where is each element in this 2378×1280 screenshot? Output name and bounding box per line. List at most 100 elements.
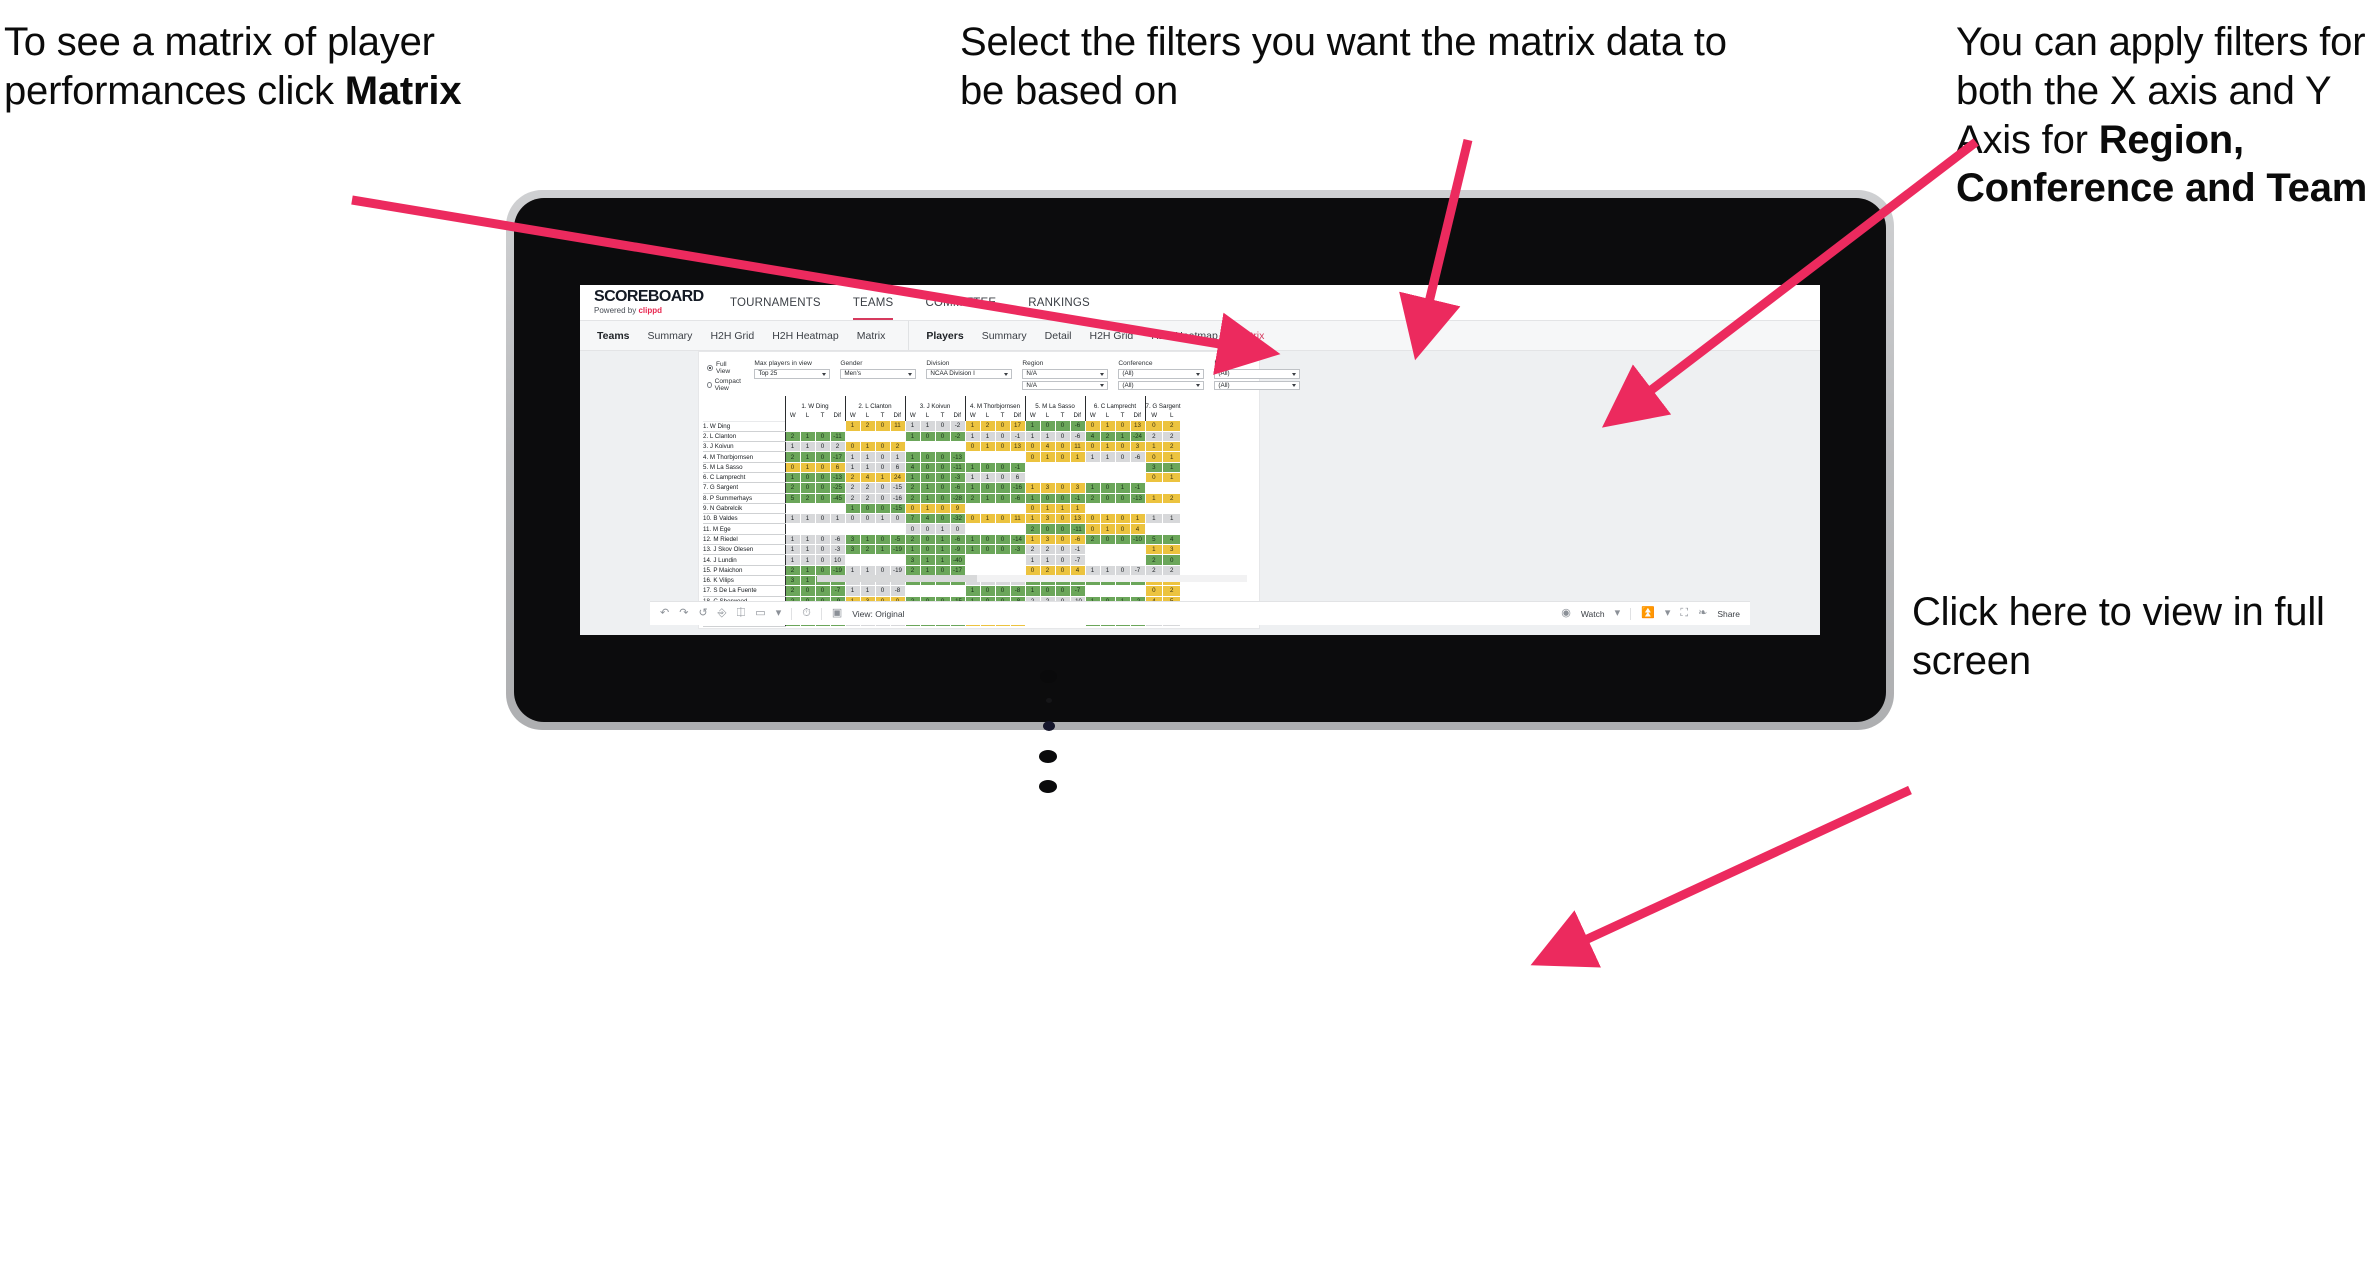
matrix-cell[interactable]: -45	[830, 493, 846, 504]
matrix-cell[interactable]: 1	[844, 503, 861, 515]
matrix-cell[interactable]: 2	[784, 585, 801, 597]
matrix-cell[interactable]	[1100, 503, 1116, 515]
tab-players-matrix[interactable]: Matrix	[1227, 321, 1274, 350]
tab-teams-h2h-heatmap[interactable]: H2H Heatmap	[763, 321, 848, 350]
matrix-cell[interactable]: 1	[844, 585, 861, 597]
nav-committee[interactable]: COMMITTEE	[909, 285, 1012, 320]
matrix-cell[interactable]: 0	[1100, 482, 1116, 494]
matrix-cell[interactable]: 2	[1162, 493, 1182, 504]
matrix-cell[interactable]: -11	[1070, 523, 1086, 535]
matrix-cell[interactable]: 1	[860, 462, 876, 473]
matrix-cell[interactable]: -6	[950, 534, 966, 546]
matrix-cell[interactable]: 11	[1070, 441, 1086, 453]
matrix-cell[interactable]: 1	[1115, 482, 1131, 494]
matrix-cell[interactable]: 0	[980, 544, 996, 556]
matrix-cell[interactable]: 2	[890, 441, 906, 453]
matrix-cell[interactable]	[860, 554, 876, 566]
matrix-cell[interactable]: 2	[1040, 544, 1056, 556]
matrix-cell[interactable]: 3	[844, 544, 861, 556]
matrix-cell[interactable]	[1084, 554, 1101, 566]
matrix-cell[interactable]: 13	[1070, 513, 1086, 525]
matrix-cell[interactable]	[995, 451, 1011, 463]
matrix-cell[interactable]	[1115, 462, 1131, 473]
matrix-cell[interactable]	[964, 554, 981, 566]
matrix-cell[interactable]	[995, 523, 1011, 535]
matrix-cell[interactable]: 0	[920, 544, 936, 556]
select-max-players[interactable]: Top 25	[754, 369, 831, 379]
matrix-cell[interactable]: 13	[1130, 421, 1146, 432]
matrix-cell[interactable]: 0	[935, 421, 951, 432]
matrix-cell[interactable]: 0	[1084, 523, 1101, 535]
matrix-cell[interactable]: 1	[964, 482, 981, 494]
matrix-cell[interactable]: 0	[1055, 451, 1071, 463]
matrix-cell[interactable]: 1	[1055, 503, 1071, 515]
matrix-cell[interactable]: -13	[1130, 493, 1146, 504]
matrix-cell[interactable]: 0	[995, 421, 1011, 432]
matrix-cell[interactable]: 0	[800, 482, 816, 494]
matrix-cell[interactable]: 1	[935, 554, 951, 566]
matrix-cell[interactable]: 0	[875, 441, 891, 453]
matrix-cell[interactable]: 0	[950, 523, 966, 535]
matrix-cell[interactable]	[964, 451, 981, 463]
matrix-cell[interactable]: 1	[964, 472, 981, 484]
select-conference-y[interactable]: (All)	[1118, 380, 1205, 390]
matrix-cell[interactable]: -3	[1010, 544, 1026, 556]
alert-icon[interactable]: ⏱	[802, 608, 811, 619]
matrix-cell[interactable]: 1	[904, 472, 921, 484]
matrix-cell[interactable]: 1	[964, 544, 981, 556]
matrix-cell[interactable]: 0	[995, 544, 1011, 556]
matrix-cell[interactable]: 0	[815, 534, 831, 546]
matrix-cell[interactable]	[1115, 472, 1131, 484]
matrix-cell[interactable]: 4	[920, 513, 936, 525]
matrix-cell[interactable]: 1	[844, 462, 861, 473]
matrix-cell[interactable]: 0	[815, 493, 831, 504]
view-icon[interactable]: ▣	[832, 608, 842, 619]
matrix-cell[interactable]: 2	[844, 493, 861, 504]
matrix-cell[interactable]: 0	[815, 431, 831, 443]
matrix-cell[interactable]: -8	[1010, 585, 1026, 597]
matrix-cell[interactable]: 1	[904, 431, 921, 443]
matrix-cell[interactable]: 1	[1144, 441, 1164, 453]
matrix-cell[interactable]: 0	[875, 503, 891, 515]
matrix-cell[interactable]: -7	[1070, 554, 1086, 566]
matrix-cell[interactable]: 0	[815, 451, 831, 463]
matrix-cell[interactable]: -1	[1070, 544, 1086, 556]
share-icon[interactable]: ❧	[1698, 608, 1707, 619]
matrix-cell[interactable]	[995, 503, 1011, 515]
matrix-cell[interactable]: 2	[784, 451, 801, 463]
matrix-cell[interactable]: 1	[1130, 513, 1146, 525]
matrix-cell[interactable]: 0	[1144, 451, 1164, 463]
matrix-cell[interactable]	[964, 523, 981, 535]
matrix-cell[interactable]: 5	[1144, 534, 1164, 546]
matrix-cell[interactable]: 1	[964, 585, 981, 597]
matrix-cell[interactable]: 2	[784, 482, 801, 494]
matrix-cell[interactable]: 1	[800, 513, 816, 525]
matrix-cell[interactable]: 2	[1162, 441, 1182, 453]
refresh-icon[interactable]: ⎆	[718, 608, 727, 619]
matrix-cell[interactable]	[1010, 565, 1026, 576]
matrix-cell[interactable]	[890, 431, 906, 443]
select-division[interactable]: NCAA Division I	[926, 369, 1013, 379]
matrix-cell[interactable]: 11	[890, 421, 906, 432]
matrix-cell[interactable]: 1	[964, 534, 981, 546]
matrix-cell[interactable]: 2	[964, 493, 981, 504]
matrix-cell[interactable]: 1	[920, 554, 936, 566]
matrix-cell[interactable]: 0	[815, 513, 831, 525]
caret-down-icon[interactable]: ▾	[776, 608, 782, 619]
matrix-cell[interactable]: -6	[1070, 431, 1086, 443]
download-icon[interactable]: ⏫	[1641, 608, 1655, 619]
select-players-x[interactable]: (All)	[1214, 369, 1301, 379]
matrix-cell[interactable]: 2	[860, 493, 876, 504]
matrix-cell[interactable]: -7	[1130, 565, 1146, 576]
tab-players-h2h-grid[interactable]: H2H Grid	[1081, 321, 1143, 350]
matrix-cell[interactable]: 1	[860, 441, 876, 453]
matrix-cell[interactable]: 0	[875, 462, 891, 473]
matrix-cell[interactable]: 1	[800, 462, 816, 473]
matrix-cell[interactable]	[830, 503, 846, 515]
matrix-cell[interactable]: -2	[950, 431, 966, 443]
matrix-cell[interactable]: 1	[1024, 421, 1041, 432]
matrix-cell[interactable]: 0	[1055, 554, 1071, 566]
tab-teams-summary[interactable]: Summary	[639, 321, 702, 350]
matrix-cell[interactable]: 0	[935, 513, 951, 525]
matrix-cell[interactable]: 0	[1100, 534, 1116, 546]
